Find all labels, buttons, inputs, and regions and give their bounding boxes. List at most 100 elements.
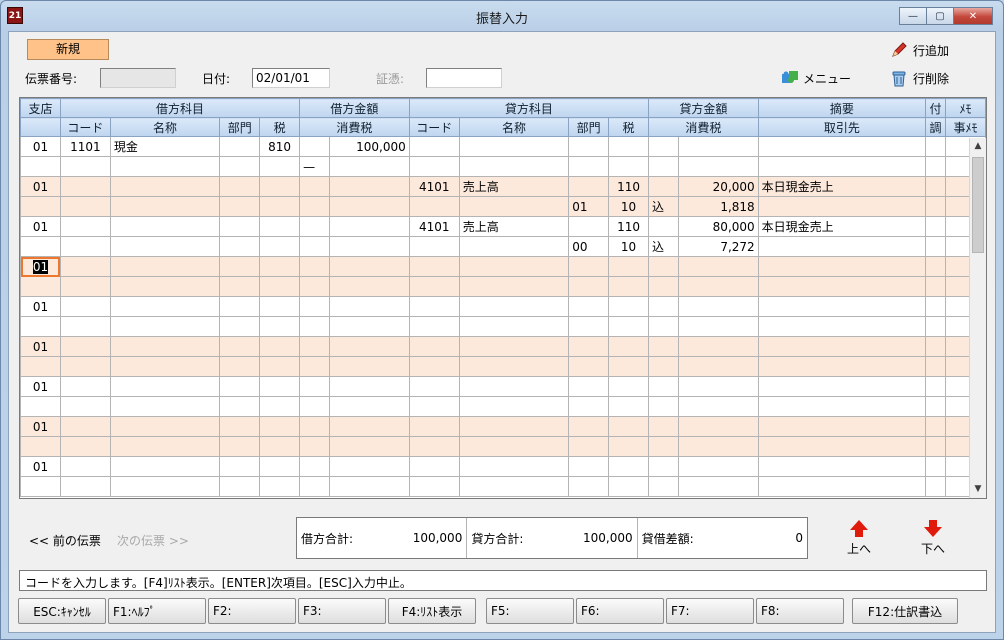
cell-summary[interactable]: [757, 316, 926, 337]
cell-credit-amount[interactable]: 7,272: [677, 236, 759, 257]
cell-debit-name[interactable]: [109, 396, 221, 417]
cell-debit-code[interactable]: [59, 196, 111, 217]
cell-debit-tax[interactable]: 810: [259, 136, 301, 157]
cell-debit-dept[interactable]: [219, 436, 261, 457]
cell-debit-dept[interactable]: [219, 376, 261, 397]
cell-debit-amount[interactable]: [328, 336, 410, 357]
cell-debit-tax[interactable]: [259, 176, 301, 197]
cell-summary[interactable]: [757, 156, 926, 177]
cell-credit-tax[interactable]: [608, 156, 650, 177]
cell-debit-code[interactable]: [59, 276, 111, 297]
cell-credit-amount[interactable]: [677, 316, 759, 337]
cell-debit-dept[interactable]: [219, 236, 261, 257]
cell-credit-name[interactable]: [458, 156, 570, 177]
cell-debit-tax[interactable]: [259, 336, 301, 357]
delete-row-button[interactable]: 行削除: [889, 68, 949, 88]
cell-credit-dept[interactable]: [568, 296, 610, 317]
cell-branch[interactable]: [20, 276, 61, 297]
cell-debit-name[interactable]: [109, 316, 221, 337]
cell-debit-tax-mark[interactable]: [299, 296, 330, 317]
cell-credit-tax-mark[interactable]: [648, 136, 679, 157]
cell-debit-tax[interactable]: [259, 356, 301, 377]
cell-debit-dept[interactable]: [219, 456, 261, 477]
cell-debit-amount[interactable]: [328, 436, 410, 457]
cell-debit-amount[interactable]: [328, 396, 410, 417]
cell-debit-tax[interactable]: [259, 476, 301, 497]
proof-field[interactable]: [426, 68, 502, 88]
cell-attach[interactable]: [924, 216, 946, 237]
cell-credit-tax-mark[interactable]: [648, 276, 679, 297]
cell-credit-tax-mark[interactable]: [648, 176, 679, 197]
cell-debit-tax-mark[interactable]: [299, 216, 330, 237]
cell-credit-tax-mark[interactable]: [648, 376, 679, 397]
cell-credit-tax[interactable]: 110: [608, 216, 650, 237]
cell-credit-dept[interactable]: [568, 276, 610, 297]
cell-credit-tax[interactable]: [608, 416, 650, 437]
cell-debit-amount[interactable]: [328, 276, 410, 297]
cell-attach[interactable]: [924, 256, 946, 277]
cell-credit-code[interactable]: [408, 136, 460, 157]
cell-debit-tax-mark[interactable]: [299, 436, 330, 457]
cell-credit-dept[interactable]: [568, 336, 610, 357]
cell-debit-code[interactable]: [59, 336, 111, 357]
cell-credit-tax-mark[interactable]: [648, 316, 679, 337]
cell-credit-amount[interactable]: [677, 156, 759, 177]
cell-credit-name[interactable]: [458, 296, 570, 317]
cell-credit-name[interactable]: [458, 256, 570, 277]
cell-credit-amount[interactable]: [677, 336, 759, 357]
date-field[interactable]: 02/01/01: [252, 68, 330, 88]
cell-debit-tax-mark[interactable]: [299, 376, 330, 397]
cell-credit-tax[interactable]: [608, 136, 650, 157]
cell-credit-tax-mark[interactable]: [648, 156, 679, 177]
cell-summary[interactable]: 本日現金売上: [757, 176, 926, 197]
cell-debit-name[interactable]: [109, 436, 221, 457]
cell-branch[interactable]: [20, 156, 61, 177]
cell-attach[interactable]: [924, 476, 946, 497]
cell-credit-amount[interactable]: 1,818: [677, 196, 759, 217]
cell-debit-tax[interactable]: [259, 396, 301, 417]
cell-debit-dept[interactable]: [219, 216, 261, 237]
cell-debit-tax-mark[interactable]: [299, 236, 330, 257]
cell-credit-tax-mark[interactable]: [648, 476, 679, 497]
cell-credit-name[interactable]: [458, 416, 570, 437]
cell-debit-tax-mark[interactable]: [299, 176, 330, 197]
cell-credit-tax[interactable]: [608, 476, 650, 497]
cell-branch[interactable]: [20, 396, 61, 417]
cell-credit-name[interactable]: 売上高: [458, 216, 570, 237]
cell-attach[interactable]: [924, 436, 946, 457]
cell-summary[interactable]: [757, 476, 926, 497]
cell-credit-dept[interactable]: 00: [568, 236, 610, 257]
cell-debit-name[interactable]: [109, 476, 221, 497]
cell-credit-code[interactable]: [408, 456, 460, 477]
cell-summary[interactable]: [757, 136, 926, 157]
cell-debit-tax-mark[interactable]: [299, 396, 330, 417]
cell-debit-dept[interactable]: [219, 336, 261, 357]
cell-credit-code[interactable]: [408, 436, 460, 457]
cell-branch[interactable]: [20, 316, 61, 337]
cell-credit-tax[interactable]: 10: [608, 236, 650, 257]
cell-debit-amount[interactable]: [328, 296, 410, 317]
add-row-button[interactable]: 行追加: [889, 40, 949, 60]
cell-debit-name[interactable]: [109, 216, 221, 237]
cell-credit-dept[interactable]: [568, 356, 610, 377]
cell-debit-tax-mark[interactable]: [299, 456, 330, 477]
cell-attach[interactable]: [924, 176, 946, 197]
fkey-f3[interactable]: F3:: [298, 598, 386, 624]
cell-summary[interactable]: [757, 376, 926, 397]
cell-summary[interactable]: [757, 236, 926, 257]
cell-credit-tax-mark[interactable]: [648, 216, 679, 237]
cell-summary[interactable]: [757, 396, 926, 417]
cell-credit-tax[interactable]: 10: [608, 196, 650, 217]
fkey-f12[interactable]: F12:仕訳書込: [852, 598, 958, 624]
cell-attach[interactable]: [924, 156, 946, 177]
fkey-f6[interactable]: F6:: [576, 598, 664, 624]
cell-debit-amount[interactable]: [328, 356, 410, 377]
cell-summary[interactable]: [757, 356, 926, 377]
next-voucher-link[interactable]: 次の伝票 >>: [117, 532, 189, 549]
cell-credit-code[interactable]: [408, 276, 460, 297]
maximize-button[interactable]: ▢: [926, 7, 954, 25]
cell-debit-name[interactable]: [109, 236, 221, 257]
cell-debit-amount[interactable]: [328, 476, 410, 497]
cell-credit-dept[interactable]: [568, 456, 610, 477]
cell-debit-tax-mark[interactable]: [299, 416, 330, 437]
